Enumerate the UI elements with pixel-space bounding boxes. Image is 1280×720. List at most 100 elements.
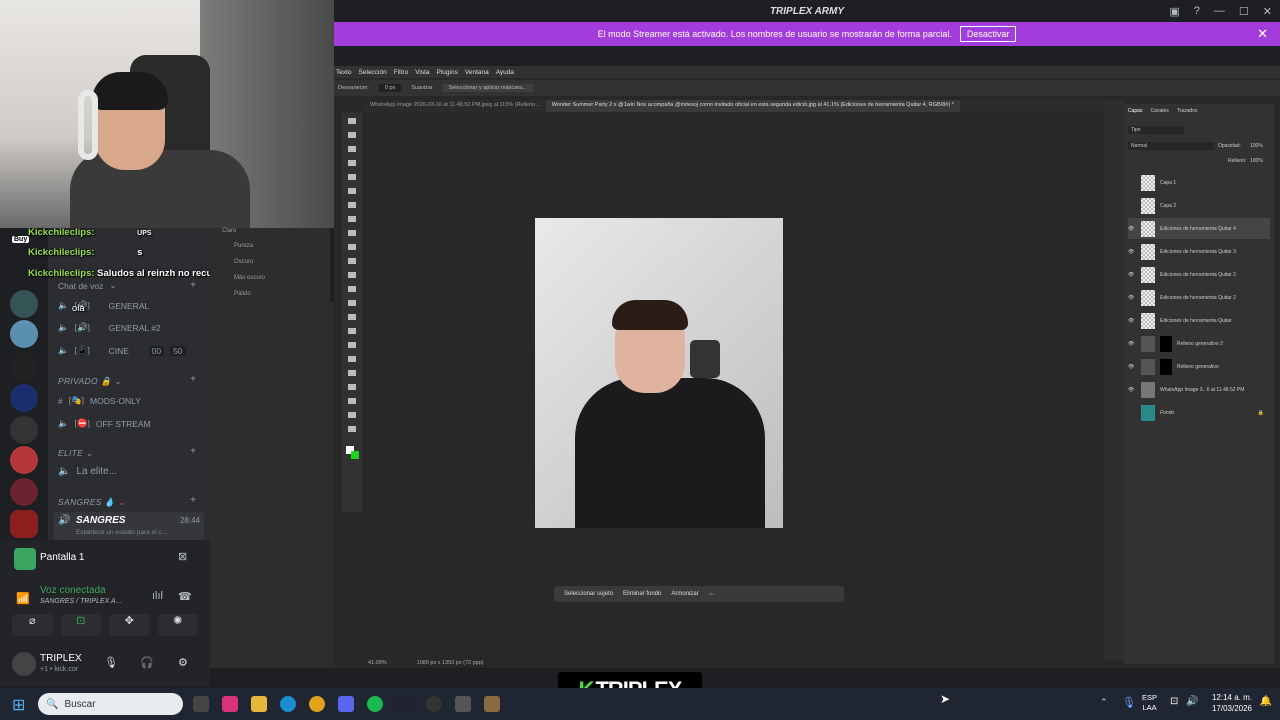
app-icon[interactable] (484, 696, 500, 712)
swatch-folder[interactable]: Pálido (234, 291, 251, 297)
feather-input[interactable]: 0 px (378, 84, 402, 92)
instagram-icon[interactable] (222, 696, 238, 712)
eye-icon[interactable]: 👁 (1128, 226, 1136, 232)
menu-ayuda[interactable]: Ayuda (496, 69, 514, 76)
folder-icon[interactable] (251, 696, 267, 712)
disable-streamer-button[interactable]: Desactivar (959, 26, 1017, 42)
signal-icon[interactable]: 📶 (16, 592, 30, 605)
add-channel-icon[interactable]: + (190, 495, 196, 506)
swatch-folder[interactable]: Pureza (234, 243, 253, 249)
doc-tab-active[interactable]: Wonder Summer Party 2 x @1win Nos acompa… (545, 100, 960, 112)
language-indicator[interactable]: ESP LAA (1142, 693, 1157, 713)
soundboard-icon[interactable]: ılıl (152, 590, 163, 602)
steam-icon[interactable] (396, 696, 412, 712)
menu-ventana[interactable]: Ventana (465, 69, 489, 76)
harmonize-button[interactable]: Armonizar (671, 591, 698, 597)
minimize-button[interactable]: — (1214, 5, 1225, 17)
inbox-icon[interactable]: ▣ (1169, 5, 1179, 18)
opacity-input[interactable]: 100% (1250, 143, 1263, 149)
menu-texto[interactable]: Texto (336, 69, 352, 76)
ps-canvas[interactable]: Seleccionar sujeto Eliminar fondo Armoni… (374, 118, 1090, 658)
taskbar-search[interactable]: 🔍 Buscar (38, 693, 183, 715)
disconnect-icon[interactable]: ☎ (178, 590, 192, 603)
headphones-icon[interactable]: 🎧 (140, 656, 154, 669)
layer-row[interactable]: Capa 1 (1128, 172, 1270, 193)
channel-general-2[interactable]: 🔈 [🔊] GENERAL #2 (58, 322, 161, 333)
eye-icon[interactable]: 👁 (1128, 272, 1136, 278)
layer-row[interactable]: 👁 Ediciones de herramienta Quitar 2 (1128, 287, 1270, 308)
tool-icons[interactable] (342, 112, 362, 512)
menu-vista[interactable]: Vista (415, 69, 429, 76)
antialias-checkbox[interactable]: Suavizar (411, 85, 432, 91)
mic-tray-icon[interactable]: 🎙 (1122, 696, 1136, 709)
doc-tab[interactable]: WhatsApp Image 2026-03-16 at 11.48.52 PM… (364, 100, 546, 112)
menu-seleccion[interactable]: Selección (359, 69, 387, 76)
add-channel-icon[interactable]: + (190, 374, 196, 385)
tab-canales[interactable]: Canales (1150, 108, 1168, 114)
channel-mods-only[interactable]: # [🎭] MODS-ONLY (58, 395, 141, 406)
eye-icon[interactable]: 👁 (1128, 249, 1136, 255)
network-icon[interactable]: ⊡ (1170, 696, 1178, 707)
select-subject-button[interactable]: Seleccionar sujeto (564, 591, 613, 597)
server-icon[interactable] (10, 320, 38, 348)
channel-la-elite[interactable]: 🔈 La elite... (58, 466, 117, 477)
activities-button[interactable]: ✥ (109, 614, 150, 636)
chevron-up-icon[interactable]: ⌃ (1100, 697, 1108, 708)
soundboard-button[interactable]: ✺ (157, 614, 198, 636)
layer-row[interactable]: 👁 Ediciones de herramienta Quitar (1128, 310, 1270, 331)
discord-icon[interactable] (338, 696, 354, 712)
add-channel-icon[interactable]: + (190, 446, 196, 457)
layer-row[interactable]: 👁 WhatsApp Image 3...6 at 11.48.52 PM (1128, 379, 1270, 400)
mic-icon[interactable]: 🎙 (104, 656, 118, 669)
fill-input[interactable]: 100% (1250, 158, 1263, 164)
eye-icon[interactable]: 👁 (1128, 341, 1136, 347)
select-mask-button[interactable]: Seleccionar y aplicar máscara... (442, 84, 533, 92)
layer-filter[interactable]: Tipo (1128, 126, 1184, 134)
server-icon[interactable] (10, 446, 38, 474)
remove-bg-button[interactable]: Eliminar fondo (623, 591, 661, 597)
layer-row[interactable]: 👁 Ediciones de herramienta Quitar 2 (1128, 264, 1270, 285)
volume-icon[interactable]: 🔊 (1186, 696, 1198, 707)
channel-off-stream[interactable]: 🔈 [⛔] OFF STREAM (58, 418, 151, 429)
server-icon[interactable] (10, 416, 38, 444)
maximize-button[interactable]: ☐ (1239, 5, 1249, 18)
server-icon[interactable] (10, 290, 38, 318)
swatch-folder[interactable]: Claro (222, 228, 236, 234)
notification-icon[interactable]: 🔔 (1260, 696, 1272, 707)
more-icon[interactable]: ⋯ (709, 591, 715, 598)
blend-mode-select[interactable]: Normal (1128, 142, 1214, 150)
category-elite[interactable]: ELITE ⌄ (58, 448, 93, 459)
layer-row[interactable]: Capa 2 (1128, 195, 1270, 216)
layer-row[interactable]: Fondo 🔒 (1128, 402, 1270, 423)
app-icon[interactable] (455, 696, 471, 712)
tab-trazados[interactable]: Trazados (1177, 108, 1198, 114)
spotify-icon[interactable] (367, 696, 383, 712)
eye-icon[interactable]: 👁 (1128, 318, 1136, 324)
category-sangres[interactable]: SANGRES 💧 ⌄ (58, 497, 125, 508)
chrome-icon[interactable] (309, 696, 325, 712)
edge-icon[interactable] (280, 696, 296, 712)
category-privado[interactable]: PRIVADO 🔒 ⌄ (58, 376, 122, 387)
help-icon[interactable]: ? (1194, 5, 1200, 17)
gear-icon[interactable]: ⚙ (178, 656, 188, 669)
windows-start-icon[interactable]: ⊞ (12, 695, 25, 715)
camera-off-button[interactable]: ⌀ (12, 614, 53, 636)
server-icon[interactable] (10, 478, 38, 506)
photo-document[interactable] (535, 218, 783, 528)
menu-filtro[interactable]: Filtro (394, 69, 408, 76)
search-input[interactable]: Buscar (64, 699, 95, 710)
layer-row[interactable]: 👁 Ediciones de herramienta Quitar 3 (1128, 241, 1270, 262)
channel-sangres-active[interactable]: 🔊 SANGRES 28:44 Establece un estado para… (54, 512, 204, 540)
eye-icon[interactable]: 👁 (1128, 364, 1136, 370)
server-icon[interactable] (10, 384, 38, 412)
layer-row[interactable]: 👁 Relleno generativo 2 (1128, 333, 1270, 354)
screen-share-button[interactable]: ⊡ (60, 614, 101, 636)
close-button[interactable]: ✕ (1263, 5, 1272, 18)
eye-icon[interactable]: 👁 (1128, 295, 1136, 301)
layer-row[interactable]: 👁 Relleno generativo (1128, 356, 1270, 377)
add-channel-icon[interactable]: + (190, 280, 196, 291)
close-banner-icon[interactable]: ✕ (1257, 26, 1268, 42)
layer-row-selected[interactable]: 👁 Ediciones de herramienta Quitar 4 (1128, 218, 1270, 239)
obs-icon[interactable] (426, 696, 442, 712)
swatch-folder[interactable]: Oscuro (234, 259, 253, 265)
